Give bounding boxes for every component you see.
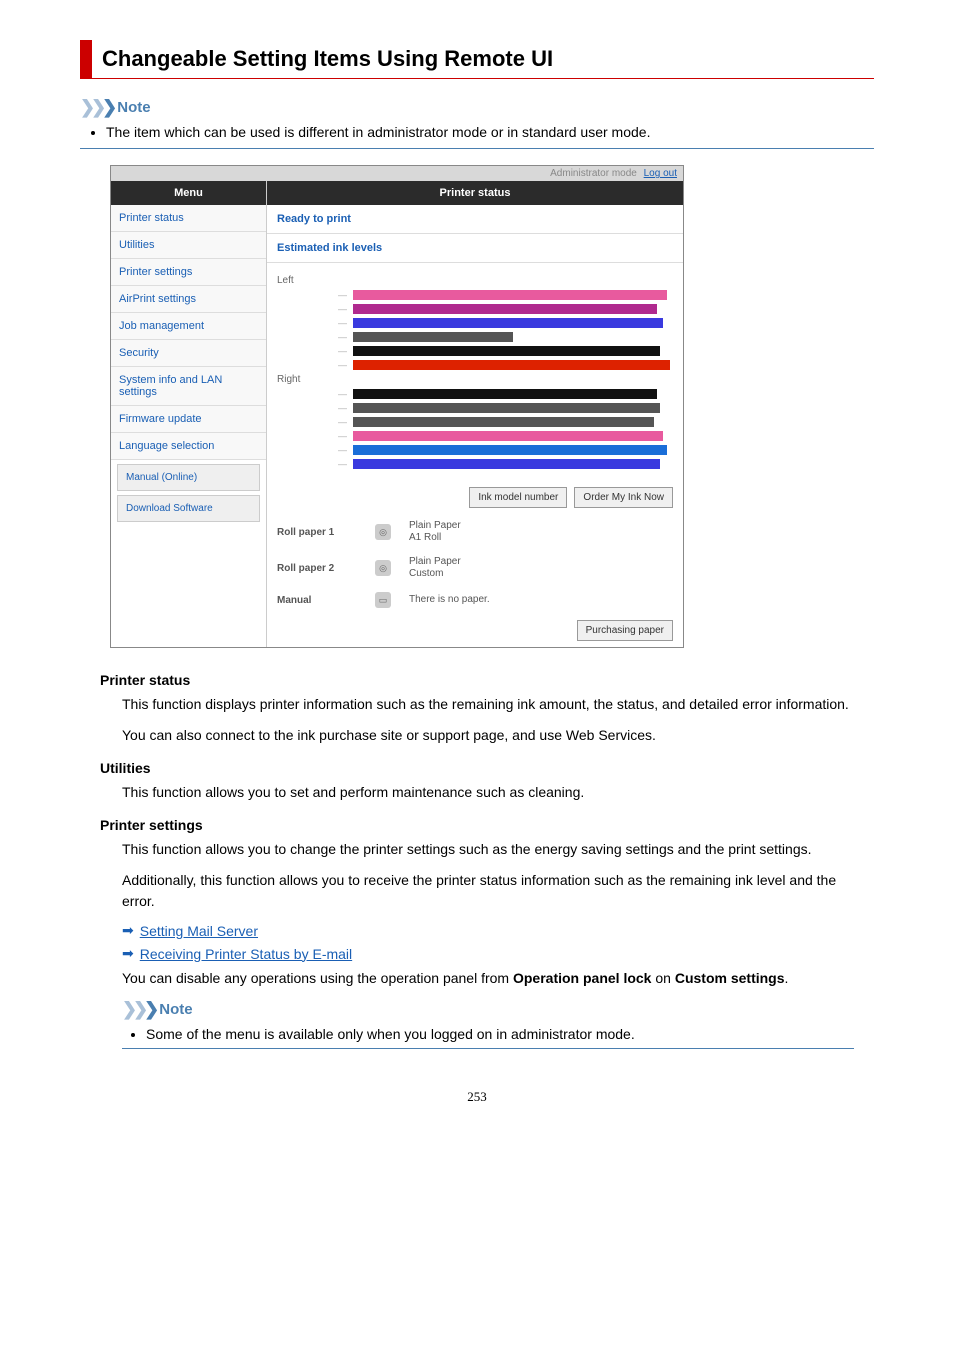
main-header: Printer status bbox=[267, 181, 683, 205]
desc-utilities: Utilities This function allows you to se… bbox=[100, 760, 854, 803]
note-label: Note bbox=[159, 1001, 192, 1018]
ink-bar: ― bbox=[277, 459, 673, 469]
note-label: Note bbox=[117, 99, 150, 116]
page-number: 253 bbox=[80, 1089, 874, 1105]
ink-bar: ― bbox=[277, 360, 673, 370]
note-block: ❯❯❯ Note The item which can be used is d… bbox=[80, 97, 874, 149]
ui-main-panel: Printer status Ready to print Estimated … bbox=[266, 181, 683, 647]
ui-sidebar: Menu Printer status Utilities Printer se… bbox=[111, 181, 266, 647]
link-mail-server[interactable]: Setting Mail Server bbox=[140, 923, 258, 939]
desc-body: You can disable any operations using the… bbox=[122, 968, 854, 989]
desc-printer-settings: Printer settings This function allows yo… bbox=[100, 817, 854, 1049]
arrow-icon: ➡ bbox=[122, 945, 134, 962]
ink-bar: ― bbox=[277, 445, 673, 455]
paper-name: Manual bbox=[277, 595, 357, 606]
note-heading: ❯❯❯ Note bbox=[80, 97, 874, 118]
desc-title: Printer settings bbox=[100, 817, 854, 833]
logout-link[interactable]: Log out bbox=[644, 168, 677, 179]
desc-body: You can also connect to the ink purchase… bbox=[122, 725, 854, 746]
paper-desc: Plain PaperA1 Roll bbox=[409, 520, 461, 544]
desc-printer-status: Printer status This function displays pr… bbox=[100, 672, 854, 746]
menu-item[interactable]: Utilities bbox=[111, 232, 266, 259]
menu-item[interactable]: Printer settings bbox=[111, 259, 266, 286]
sub-note-block: ❯❯❯ Note Some of the menu is available o… bbox=[122, 999, 854, 1049]
note-item: Some of the menu is available only when … bbox=[146, 1026, 854, 1042]
ui-top-bar: Administrator mode Log out bbox=[111, 166, 683, 181]
ink-bar: ― bbox=[277, 417, 673, 427]
paper-name: Roll paper 2 bbox=[277, 563, 357, 574]
purchase-paper-button[interactable]: Purchasing paper bbox=[577, 620, 673, 641]
right-label: Right bbox=[277, 374, 673, 385]
desc-body: This function displays printer informati… bbox=[122, 694, 854, 715]
ink-bar: ― bbox=[277, 403, 673, 413]
remote-ui-screenshot: Administrator mode Log out Menu Printer … bbox=[110, 165, 684, 648]
desc-body: This function allows you to change the p… bbox=[122, 839, 854, 860]
ink-levels-label: Estimated ink levels bbox=[267, 234, 683, 263]
paper-row: Roll paper 1 ◎ Plain PaperA1 Roll bbox=[267, 514, 683, 550]
menu-item[interactable]: System info and LAN settings bbox=[111, 367, 266, 406]
paper-desc: Plain PaperCustom bbox=[409, 556, 461, 580]
menu-item[interactable]: AirPrint settings bbox=[111, 286, 266, 313]
roll-icon: ◎ bbox=[375, 560, 391, 576]
ink-levels: Left ― ― ― ― ― ― Right ― ― ― ― ― ― bbox=[267, 263, 683, 481]
ink-bar: ― bbox=[277, 290, 673, 300]
chevron-icon: ❯❯❯ bbox=[80, 97, 113, 118]
ink-bar: ― bbox=[277, 431, 673, 441]
roll-icon: ◎ bbox=[375, 524, 391, 540]
sheet-icon: ▭ bbox=[375, 592, 391, 608]
admin-mode-label: Administrator mode bbox=[550, 168, 637, 179]
order-ink-button[interactable]: Order My Ink Now bbox=[574, 487, 673, 508]
link-receive-status[interactable]: Receiving Printer Status by E-mail bbox=[140, 946, 352, 962]
ink-bar: ― bbox=[277, 332, 673, 342]
menu-item[interactable]: Language selection bbox=[111, 433, 266, 460]
ink-bar: ― bbox=[277, 304, 673, 314]
ink-model-button[interactable]: Ink model number bbox=[469, 487, 567, 508]
paper-row: Roll paper 2 ◎ Plain PaperCustom bbox=[267, 550, 683, 586]
desc-title: Printer status bbox=[100, 672, 854, 688]
page-title-bar: Changeable Setting Items Using Remote UI bbox=[80, 40, 874, 79]
note-heading: ❯❯❯ Note bbox=[122, 999, 854, 1020]
desc-body: This function allows you to set and perf… bbox=[122, 782, 854, 803]
status-ready: Ready to print bbox=[267, 205, 683, 234]
note-item: The item which can be used is different … bbox=[106, 124, 874, 140]
paper-desc: There is no paper. bbox=[409, 594, 490, 606]
desc-title: Utilities bbox=[100, 760, 854, 776]
menu-sub-item[interactable]: Download Software bbox=[117, 495, 260, 522]
link-row: ➡ Receiving Printer Status by E-mail bbox=[122, 945, 854, 962]
menu-item[interactable]: Printer status bbox=[111, 205, 266, 232]
ink-bar: ― bbox=[277, 389, 673, 399]
arrow-icon: ➡ bbox=[122, 922, 134, 939]
paper-name: Roll paper 1 bbox=[277, 527, 357, 538]
menu-sub-item[interactable]: Manual (Online) bbox=[117, 464, 260, 491]
paper-row: Manual ▭ There is no paper. bbox=[267, 586, 683, 614]
left-label: Left bbox=[277, 275, 673, 286]
menu-item[interactable]: Security bbox=[111, 340, 266, 367]
ink-bar: ― bbox=[277, 318, 673, 328]
page-title: Changeable Setting Items Using Remote UI bbox=[102, 46, 874, 72]
chevron-icon: ❯❯❯ bbox=[122, 999, 155, 1020]
menu-item[interactable]: Job management bbox=[111, 313, 266, 340]
link-row: ➡ Setting Mail Server bbox=[122, 922, 854, 939]
ink-bar: ― bbox=[277, 346, 673, 356]
menu-header: Menu bbox=[111, 181, 266, 205]
menu-item[interactable]: Firmware update bbox=[111, 406, 266, 433]
desc-body: Additionally, this function allows you t… bbox=[122, 870, 854, 912]
